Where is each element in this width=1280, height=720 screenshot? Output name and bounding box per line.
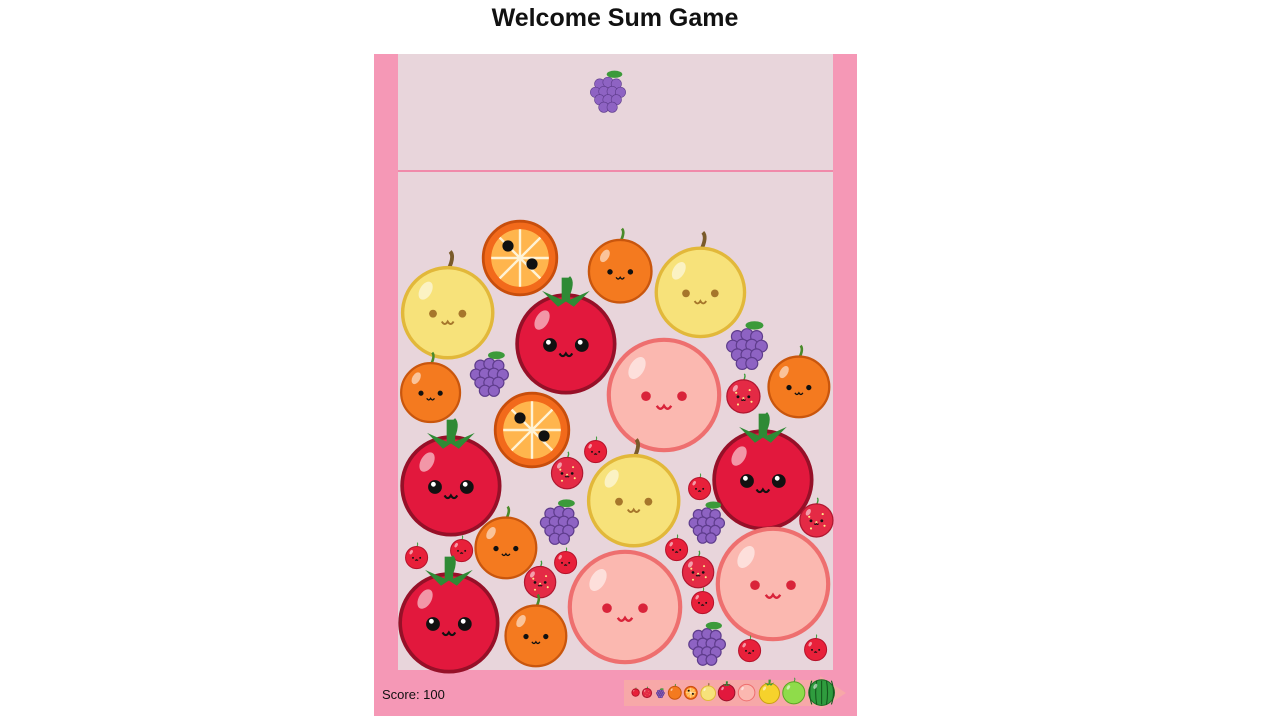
- playfield[interactable]: [398, 54, 834, 674]
- score-label: Score: 100: [382, 687, 445, 702]
- cherry-fruit: [804, 634, 828, 662]
- page-title: Welcome Sum Game: [491, 4, 739, 32]
- game-frame: Score: 100: [374, 54, 857, 716]
- next-fruit-grape: [590, 70, 626, 113]
- tangerine-fruit: [504, 593, 568, 668]
- fruit-evolution-bar: [624, 676, 846, 710]
- grape-fruit: [688, 621, 726, 666]
- drop-line: [398, 170, 833, 172]
- evolution-watermelon-icon: [808, 679, 836, 707]
- cherry-fruit: [738, 635, 762, 663]
